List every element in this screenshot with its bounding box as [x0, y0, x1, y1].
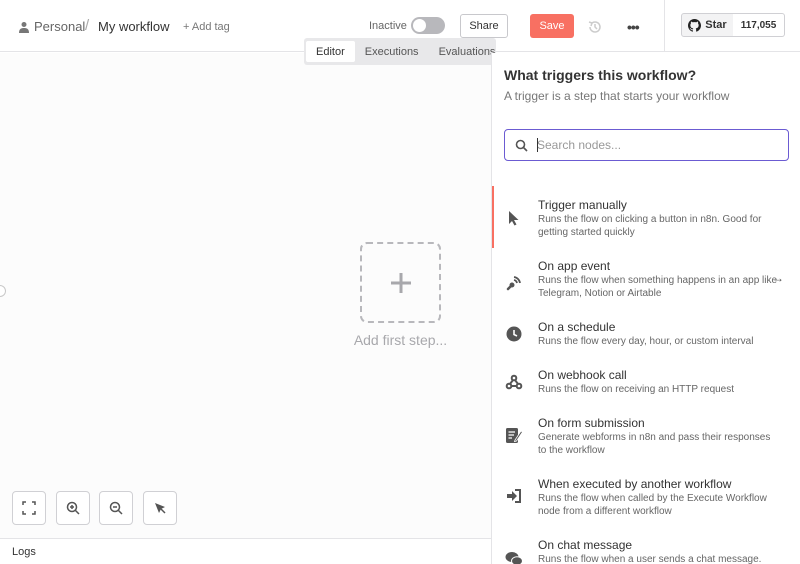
add-first-step-label: Add first step... — [353, 332, 448, 348]
trigger-item-title: On chat message — [538, 538, 633, 552]
breadcrumb-project[interactable]: Personal — [18, 19, 85, 34]
fit-view-icon — [22, 501, 36, 515]
trigger-item-title: On webhook call — [538, 368, 627, 382]
github-star-button[interactable]: Star — [681, 13, 734, 37]
tab-editor[interactable]: Editor — [306, 41, 355, 62]
trigger-item-schedule[interactable]: On a schedule Runs the flow every day, h… — [492, 319, 800, 359]
chat-icon — [504, 549, 524, 564]
plus-icon — [390, 272, 411, 293]
workflow-canvas[interactable]: Add first step... — [0, 53, 491, 538]
trigger-item-desc: Generate webforms in n8n and pass their … — [538, 432, 771, 456]
trigger-panel: What triggers this workflow? A trigger i… — [491, 53, 800, 564]
trigger-item-title: On a schedule — [538, 320, 616, 334]
canvas-edge-handle[interactable] — [0, 285, 6, 297]
trigger-item-manual[interactable]: Trigger manually Runs the flow on clicki… — [492, 186, 800, 248]
logs-bar[interactable]: Logs — [0, 538, 491, 564]
share-button[interactable]: Share — [460, 14, 508, 38]
trigger-item-desc: Runs the flow on clicking a button in n8… — [538, 214, 762, 238]
trigger-item-webhook[interactable]: On webhook call Runs the flow on receivi… — [492, 367, 800, 407]
search-box[interactable] — [504, 129, 789, 161]
header-divider — [664, 0, 665, 52]
panel-subtitle: A trigger is a step that starts your wor… — [504, 89, 730, 103]
trigger-item-desc: Runs the flow every day, hour, or custom… — [538, 336, 754, 347]
tab-executions[interactable]: Executions — [355, 41, 429, 62]
app-event-icon — [504, 273, 524, 293]
broom-icon — [155, 503, 166, 514]
add-first-step-button[interactable] — [360, 242, 441, 323]
trigger-item-title: When executed by another workflow — [538, 477, 732, 491]
fit-view-button[interactable] — [12, 491, 46, 525]
sign-in-icon — [504, 486, 524, 506]
history-icon[interactable] — [587, 19, 603, 35]
form-icon — [504, 425, 524, 445]
view-tabs: Editor Executions Evaluations — [304, 38, 496, 65]
zoom-out-icon — [109, 501, 123, 515]
clock-icon — [504, 324, 524, 344]
webhook-icon — [504, 372, 524, 392]
trigger-item-subworkflow[interactable]: When executed by another workflow Runs t… — [492, 476, 800, 526]
search-icon — [515, 139, 528, 152]
add-tag-button[interactable]: + Add tag — [183, 21, 230, 33]
trigger-item-desc: Runs the flow on receiving an HTTP reque… — [538, 384, 735, 395]
tidy-up-button[interactable] — [143, 491, 177, 525]
workflow-name[interactable]: My workflow — [98, 19, 170, 34]
zoom-in-icon — [66, 501, 80, 515]
trigger-item-form[interactable]: On form submission Generate webforms in … — [492, 415, 800, 465]
github-star-label: Star — [705, 19, 727, 31]
active-toggle[interactable] — [411, 17, 445, 34]
save-button[interactable]: Save — [530, 14, 574, 38]
toggle-knob — [413, 19, 426, 32]
trigger-item-desc: Runs the flow when something happens in … — [538, 275, 778, 299]
project-name: Personal — [34, 19, 86, 34]
trigger-item-chat[interactable]: On chat message Runs the flow when a use… — [492, 537, 800, 564]
github-icon — [688, 18, 702, 32]
logs-label: Logs — [12, 546, 36, 558]
user-icon — [19, 21, 29, 33]
zoom-in-button[interactable] — [56, 491, 90, 525]
github-star-count[interactable]: 117,055 — [733, 13, 785, 37]
trigger-item-title: On form submission — [538, 416, 645, 430]
active-status-label: Inactive — [369, 20, 407, 32]
text-caret — [537, 138, 538, 152]
trigger-item-title: Trigger manually — [538, 198, 627, 212]
search-input[interactable] — [537, 135, 782, 155]
cursor-icon — [504, 208, 524, 228]
trigger-item-desc: Runs the flow when called by the Execute… — [538, 493, 767, 517]
trigger-item-title: On app event — [538, 259, 611, 273]
more-options-icon[interactable]: ••• — [627, 19, 640, 35]
trigger-item-desc: Runs the flow when a user sends a chat m… — [538, 554, 762, 564]
breadcrumb-separator: / — [85, 17, 90, 34]
zoom-out-button[interactable] — [99, 491, 133, 525]
panel-title: What triggers this workflow? — [504, 67, 697, 83]
arrow-right-icon: → — [772, 271, 784, 285]
trigger-item-app-event[interactable]: On app event Runs the flow when somethin… — [492, 258, 800, 308]
